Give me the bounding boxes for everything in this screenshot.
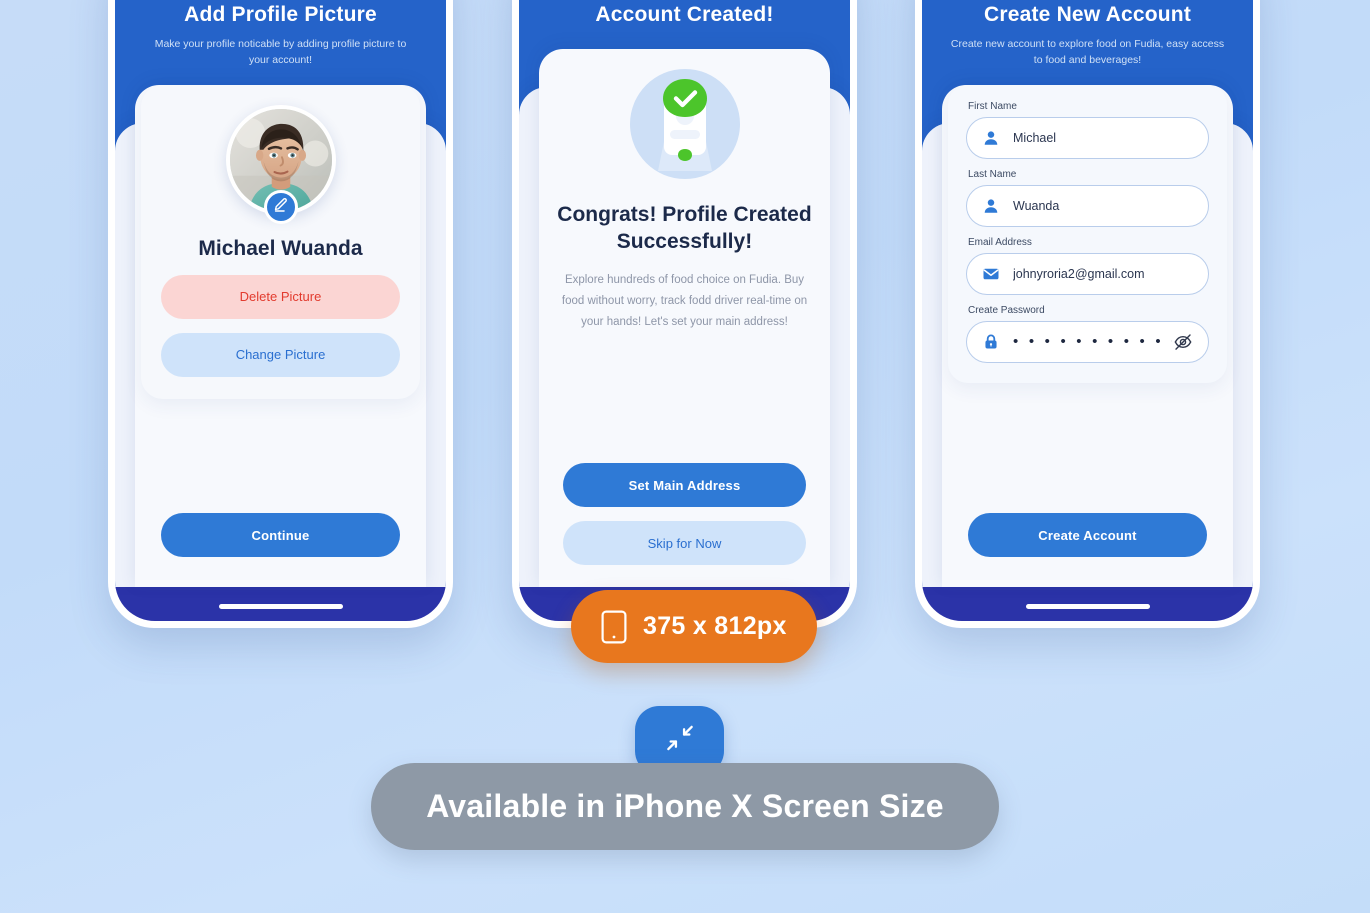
panel-foreground: Congrats! Profile Created Successfully! … [539, 49, 830, 587]
screen-footer: Create Account [942, 499, 1233, 587]
page-subtitle: Make your profile noticable by adding pr… [154, 38, 407, 67]
avatar-wrapper [225, 104, 336, 224]
profile-name: Michael Wuanda [198, 236, 363, 260]
change-picture-button[interactable]: Change Picture [161, 332, 400, 377]
page-title: Add Profile Picture [184, 3, 377, 26]
shrink-arrows-icon [666, 724, 694, 757]
home-indicator [1025, 604, 1150, 609]
field-last-name: Last Name Wuanda [966, 169, 1209, 227]
phone-body: Add Profile Picture Make your profile no… [115, 0, 446, 621]
screen-add-profile-picture: Add Profile Picture Make your profile no… [115, 0, 446, 587]
panel-foreground: Michael Wuanda Delete Picture Change Pic… [135, 84, 426, 587]
phone-body: Account Created! Congrats! Profile Creat… [519, 0, 850, 621]
screen-header: Add Profile Picture Make your profile no… [115, 0, 446, 69]
profile-card: Michael Wuanda Delete Picture Change Pic… [141, 84, 420, 399]
signup-form: First Name Michael Last Name Wuanda Emai… [948, 84, 1227, 383]
phone-mockup-account-created: Account Created! Congrats! Profile Creat… [512, 0, 857, 628]
field-value: Michael [1013, 130, 1057, 145]
field-label: Email Address [968, 236, 1032, 248]
mockup-stage: Add Profile Picture Make your profile no… [0, 0, 1370, 913]
field-value: Wuanda [1013, 198, 1060, 213]
delete-picture-button[interactable]: Delete Picture [161, 274, 400, 319]
envelope-icon [981, 264, 1001, 284]
screen-header: Account Created! [519, 0, 850, 27]
screen-account-created: Account Created! Congrats! Profile Creat… [519, 0, 850, 587]
set-main-address-button[interactable]: Set Main Address [563, 463, 806, 507]
person-icon [981, 196, 1001, 216]
lock-icon [981, 332, 1001, 352]
screen-footer: Continue [135, 499, 426, 587]
content-panels: First Name Michael Last Name Wuanda Emai… [922, 84, 1253, 587]
field-value: johnyroria2@gmail.com [1013, 266, 1145, 281]
screen-size-badge: 375 x 812px [571, 590, 817, 663]
success-description: Explore hundreds of food choice on Fudia… [561, 273, 808, 329]
page-title: Account Created! [595, 3, 774, 26]
field-first-name: First Name Michael [966, 101, 1209, 159]
success-heading: Congrats! Profile Created Successfully! [557, 203, 812, 254]
field-label: Create Password [968, 304, 1045, 316]
field-label: First Name [968, 100, 1017, 112]
panel-foreground: First Name Michael Last Name Wuanda Emai… [942, 84, 1233, 587]
id-card-check-icon [628, 67, 742, 181]
phone-mockup-add-profile-picture: Add Profile Picture Make your profile no… [108, 0, 453, 628]
password-input[interactable]: • • • • • • • • • • • • • • [966, 320, 1209, 363]
email-input[interactable]: johnyroria2@gmail.com [966, 252, 1209, 295]
screen-header: Create New Account Create new account to… [922, 0, 1253, 69]
edit-avatar-button[interactable] [263, 189, 298, 224]
content-panels: Michael Wuanda Delete Picture Change Pic… [115, 84, 446, 587]
content-panels: Congrats! Profile Created Successfully! … [519, 49, 850, 587]
last-name-input[interactable]: Wuanda [966, 184, 1209, 227]
field-label: Last Name [968, 168, 1017, 180]
eye-off-icon[interactable] [1172, 331, 1194, 353]
home-indicator [218, 604, 343, 609]
continue-button[interactable]: Continue [161, 513, 400, 557]
screen-footer: Set Main Address Skip for Now [539, 449, 830, 587]
availability-label: Available in iPhone X Screen Size [426, 788, 944, 824]
screen-size-label: 375 x 812px [643, 612, 787, 640]
phone-mockup-create-new-account: Create New Account Create new account to… [915, 0, 1260, 628]
skip-for-now-button[interactable]: Skip for Now [563, 521, 806, 565]
field-create-password: Create Password • • • • • • • • • • • • … [966, 305, 1209, 363]
page-subtitle: Create new account to explore food on Fu… [950, 38, 1225, 67]
mobile-icon [601, 610, 627, 644]
create-account-button[interactable]: Create Account [968, 513, 1207, 557]
first-name-input[interactable]: Michael [966, 116, 1209, 159]
password-masked-value: • • • • • • • • • • • • • • [1013, 334, 1172, 350]
availability-banner: Available in iPhone X Screen Size [371, 763, 999, 850]
screen-create-new-account: Create New Account Create new account to… [922, 0, 1253, 587]
field-email-address: Email Address johnyroria2@gmail.com [966, 237, 1209, 295]
phone-body: Create New Account Create new account to… [922, 0, 1253, 621]
person-icon [981, 128, 1001, 148]
page-title: Create New Account [983, 3, 1192, 26]
pencil-icon [272, 196, 289, 218]
